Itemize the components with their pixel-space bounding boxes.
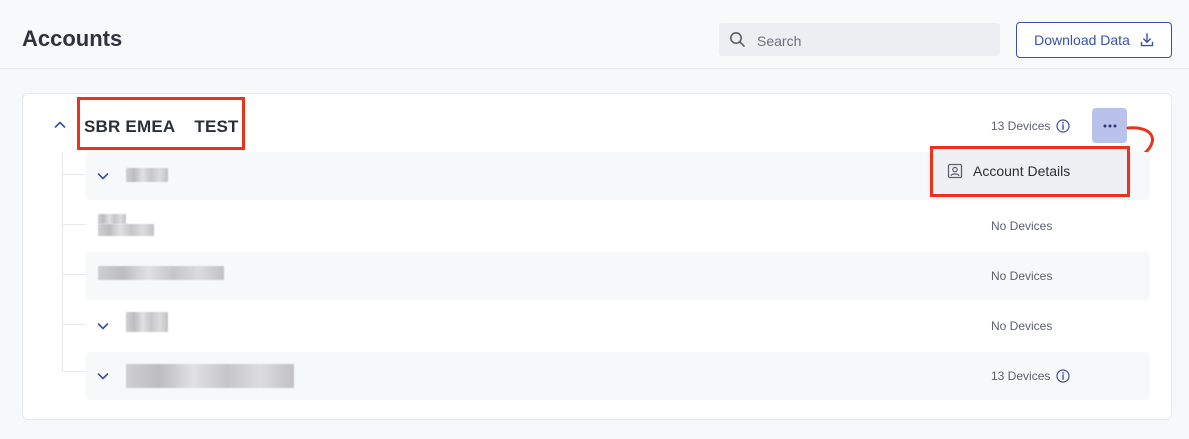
- account-row[interactable]: No Devices: [86, 202, 1150, 250]
- chevron-down-icon[interactable]: [96, 169, 110, 183]
- redacted-account-name: [126, 168, 168, 182]
- redacted-account-name: [98, 224, 154, 236]
- redacted-account-name: [126, 364, 294, 388]
- download-data-label: Download Data: [1034, 32, 1130, 48]
- account-device-count: 13 Devices: [991, 119, 1070, 133]
- chevron-down-icon[interactable]: [96, 319, 110, 333]
- tree-branch: [62, 324, 86, 325]
- tree-line: [62, 152, 63, 372]
- account-row[interactable]: 13 Devices: [86, 352, 1150, 400]
- row-device-count: No Devices: [991, 269, 1053, 283]
- chevron-down-icon[interactable]: [96, 369, 110, 383]
- search-icon: [730, 32, 745, 47]
- account-name-highlight: [77, 97, 245, 150]
- search-box[interactable]: [719, 23, 1000, 58]
- page-title: Accounts: [22, 26, 123, 51]
- download-data-button[interactable]: Download Data: [1016, 22, 1172, 58]
- redacted-account-name: [98, 266, 224, 280]
- more-dots-icon: [1103, 124, 1116, 127]
- page-header: Accounts Download Data: [0, 0, 1189, 69]
- row-device-count: No Devices: [991, 219, 1053, 233]
- account-device-count-label: 13 Devices: [991, 119, 1051, 133]
- row-device-count: 13 Devices: [991, 369, 1070, 383]
- info-icon[interactable]: [1056, 369, 1070, 383]
- chevron-up-icon[interactable]: [53, 118, 67, 132]
- account-row[interactable]: No Devices: [86, 302, 1150, 350]
- menu-item-highlight: [930, 146, 1130, 197]
- download-icon: [1140, 33, 1154, 47]
- redacted-account-name: [98, 214, 126, 224]
- tree-branch: [62, 224, 86, 225]
- account-row[interactable]: No Devices: [86, 252, 1150, 300]
- redacted-account-name: [126, 312, 168, 332]
- tree-branch: [62, 371, 86, 372]
- info-icon[interactable]: [1056, 119, 1070, 133]
- row-device-count-label: 13 Devices: [991, 369, 1051, 383]
- search-input[interactable]: [755, 23, 999, 58]
- row-device-count: No Devices: [991, 319, 1053, 333]
- tree-branch: [62, 174, 86, 175]
- tree-branch: [62, 274, 86, 275]
